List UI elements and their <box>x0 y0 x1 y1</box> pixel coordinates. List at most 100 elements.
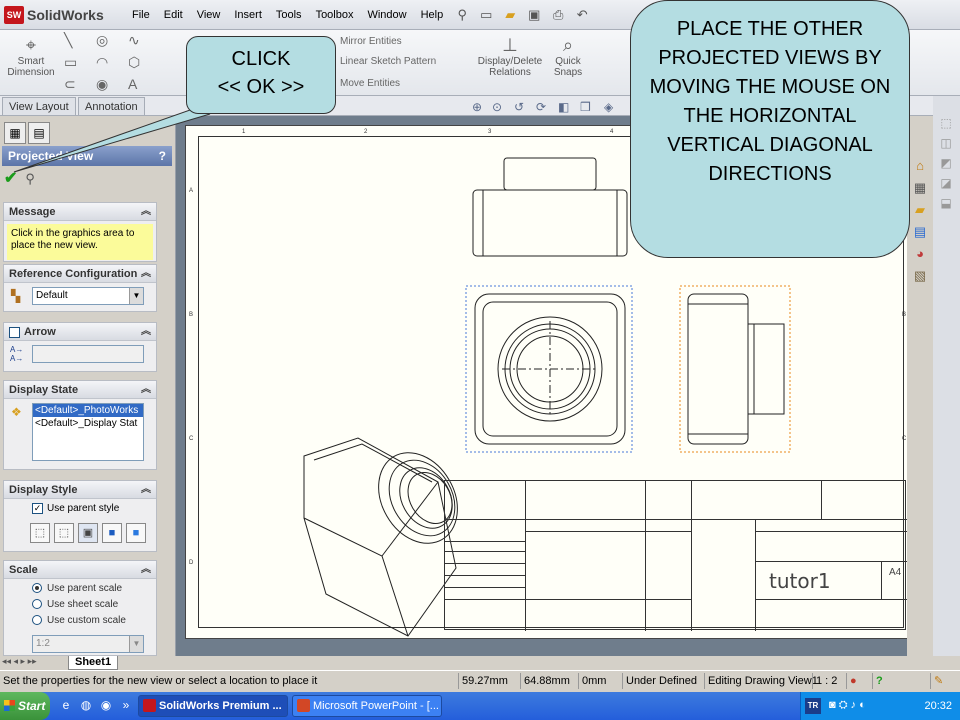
appearances-icon[interactable]: ◕ <box>910 244 930 264</box>
menu-window[interactable]: Window <box>360 0 413 30</box>
collapse-icon[interactable]: ︽ <box>141 203 151 221</box>
quick-snaps-button[interactable]: ⌕ Quick Snaps <box>548 34 588 78</box>
help-icon[interactable]: ? <box>159 146 166 166</box>
smart-dimension-button[interactable]: ⌖ Smart Dimension <box>2 34 60 78</box>
language-indicator[interactable]: TR <box>805 698 821 714</box>
section-view-icon[interactable]: ◧ <box>558 100 569 114</box>
reference-configuration-select[interactable]: Default ▼ <box>32 287 144 305</box>
rectangle-tool-icon[interactable]: ▭ <box>64 54 77 71</box>
tab-view-layout[interactable]: View Layout <box>2 97 76 115</box>
linear-pattern-button[interactable]: Linear Sketch Pattern <box>340 52 436 72</box>
taskbar-solidworks[interactable]: SolidWorks Premium ... <box>138 695 288 717</box>
view-orientation-icon[interactable]: ❒ <box>580 100 591 114</box>
chevron-down-icon[interactable]: ▼ <box>129 288 143 304</box>
use-sheet-scale-option[interactable]: Use sheet scale <box>32 599 118 610</box>
shaded-icon[interactable]: ■ <box>126 523 146 543</box>
ie-icon[interactable]: e <box>58 698 74 714</box>
display-style-icon[interactable]: ◈ <box>604 100 613 114</box>
open-folder-icon[interactable]: ▰ <box>502 7 518 23</box>
feature-manager-tab-icon[interactable]: ▦ <box>4 122 26 144</box>
arrow-group-header[interactable]: Arrow ︽ <box>4 323 156 341</box>
display-state-header[interactable]: Display State ︽ <box>4 381 156 399</box>
shaded-with-edges-icon[interactable]: ■ <box>102 523 122 543</box>
menu-view[interactable]: View <box>190 0 228 30</box>
save-icon[interactable]: ▣ <box>526 7 542 23</box>
status-help[interactable]: ? <box>872 673 888 689</box>
start-button[interactable]: Start <box>0 692 50 720</box>
use-parent-style-checkbox[interactable]: ✓ <box>32 503 43 514</box>
point-tool-icon[interactable]: ◉ <box>96 76 108 93</box>
use-parent-style-option[interactable]: ✓ Use parent style <box>32 503 119 514</box>
arc-tool-icon[interactable]: ◠ <box>96 54 108 71</box>
display-state-list[interactable]: <Default>_PhotoWorks <Default>_Display S… <box>32 403 144 461</box>
status-scale[interactable]: 1 : 2 <box>812 673 842 689</box>
toolbar-icon[interactable]: ◫ <box>938 136 954 152</box>
property-manager-tab-icon[interactable]: ▤ <box>28 122 50 144</box>
use-custom-scale-option[interactable]: Use custom scale <box>32 615 126 626</box>
pencil-icon[interactable]: ✎ <box>930 673 950 689</box>
taskbar-powerpoint[interactable]: Microsoft PowerPoint - [... <box>292 695 442 717</box>
hidden-lines-visible-icon[interactable]: ⬚ <box>54 523 74 543</box>
toolbar-icon[interactable]: ◩ <box>938 156 954 172</box>
zoom-fit-icon[interactable]: ⊕ <box>472 100 482 114</box>
print-icon[interactable]: ⎙ <box>550 7 566 23</box>
design-library-icon[interactable]: ▦ <box>910 178 930 198</box>
hidden-lines-removed-icon[interactable]: ▣ <box>78 523 98 543</box>
menu-help[interactable]: Help <box>414 0 451 30</box>
menu-insert[interactable]: Insert <box>227 0 269 30</box>
tray-icons[interactable]: ◙ ⛭ ♪ ◐ <box>829 699 866 712</box>
sheet-navigation-icon[interactable]: ◂◂ ◂ ▸ ▸▸ <box>2 656 37 667</box>
radio[interactable] <box>32 615 42 626</box>
chevron-down-icon[interactable]: ▼ <box>129 636 143 652</box>
text-tool-icon[interactable]: A <box>128 76 137 92</box>
list-item[interactable]: <Default>_PhotoWorks <box>33 404 143 417</box>
collapse-icon[interactable]: ︽ <box>141 381 151 399</box>
mirror-entities-button[interactable]: Mirror Entities <box>340 32 402 52</box>
pin-icon[interactable]: ⚲ <box>454 7 470 23</box>
slot-tool-icon[interactable]: ⊂ <box>64 76 76 93</box>
menu-tools[interactable]: Tools <box>269 0 309 30</box>
custom-scale-select[interactable]: 1:2 ▼ <box>32 635 144 653</box>
ref-config-header[interactable]: Reference Configuration ︽ <box>4 265 156 283</box>
menu-toolbox[interactable]: Toolbox <box>309 0 361 30</box>
toolbar-icon[interactable]: ◪ <box>938 176 954 192</box>
previous-view-icon[interactable]: ↺ <box>514 100 524 114</box>
home-icon[interactable]: ⌂ <box>910 156 930 176</box>
rotate-icon[interactable]: ⟳ <box>536 100 546 114</box>
collapse-icon[interactable]: ︽ <box>141 481 151 499</box>
radio-selected[interactable] <box>32 583 42 594</box>
display-relations-button[interactable]: ⊥ Display/Delete Relations <box>474 34 546 78</box>
toolbar-icon[interactable]: ⬓ <box>938 196 954 212</box>
taskbar-chevron[interactable]: » <box>118 698 134 714</box>
collapse-icon[interactable]: ︽ <box>141 265 151 283</box>
line-tool-icon[interactable]: ╲ <box>64 32 72 49</box>
arrow-checkbox[interactable] <box>9 326 20 338</box>
list-item[interactable]: <Default>_Display Stat <box>33 417 143 430</box>
toolbar-icon[interactable]: ⬚ <box>938 116 954 132</box>
radio[interactable] <box>32 599 42 610</box>
collapse-icon[interactable]: ︽ <box>141 323 151 341</box>
zoom-area-icon[interactable]: ⊙ <box>492 100 502 114</box>
collapse-icon[interactable]: ︽ <box>141 561 151 579</box>
pushpin-icon[interactable]: ⚲ <box>25 170 35 190</box>
tab-annotation[interactable]: Annotation <box>78 97 145 115</box>
arrow-label-field[interactable] <box>32 345 144 363</box>
ok-checkmark-icon[interactable]: ✔ <box>4 170 17 190</box>
sheet1-tab[interactable]: Sheet1 <box>68 656 119 670</box>
move-entities-button[interactable]: Move Entities <box>340 74 400 94</box>
file-explorer-icon[interactable]: ▰ <box>910 200 930 220</box>
scale-header[interactable]: Scale ︽ <box>4 561 156 579</box>
wireframe-icon[interactable]: ⬚ <box>30 523 50 543</box>
circle-tool-icon[interactable]: ◎ <box>96 32 108 49</box>
desktop-icon[interactable]: ◍ <box>78 698 94 714</box>
undo-icon[interactable]: ↶ <box>574 7 590 23</box>
new-document-icon[interactable]: ▭ <box>478 7 494 23</box>
firefox-icon[interactable]: ◉ <box>98 698 114 714</box>
spline-tool-icon[interactable]: ∿ <box>128 32 140 49</box>
custom-properties-icon[interactable]: ▧ <box>910 266 930 286</box>
display-style-header[interactable]: Display Style ︽ <box>4 481 156 499</box>
menu-edit[interactable]: Edit <box>157 0 190 30</box>
menu-file[interactable]: File <box>125 0 157 30</box>
view-palette-icon[interactable]: ▤ <box>910 222 930 242</box>
rebuild-icon[interactable]: ● <box>846 673 862 689</box>
